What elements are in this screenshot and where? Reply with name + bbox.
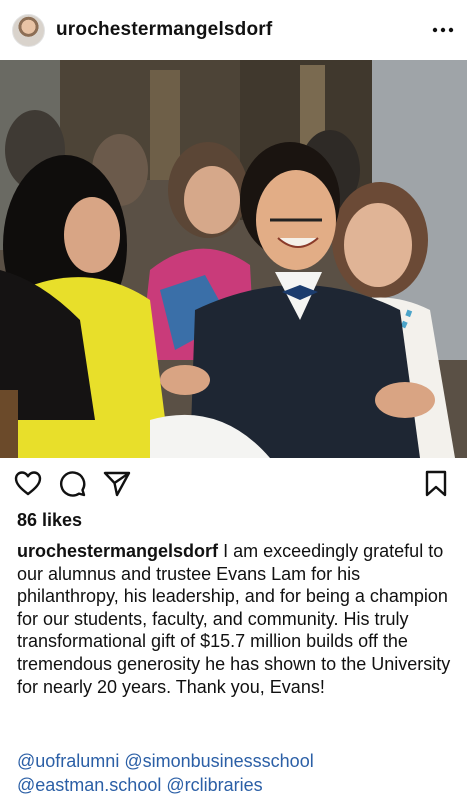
- avatar[interactable]: [12, 14, 45, 47]
- post-actions: [0, 458, 467, 508]
- mention-link[interactable]: @eastman.school: [17, 775, 161, 795]
- heart-icon[interactable]: [13, 468, 43, 498]
- comment-icon[interactable]: [57, 468, 87, 498]
- caption-username[interactable]: urochestermangelsdorf: [17, 541, 218, 561]
- post-caption: urochestermangelsdorf I am exceedingly g…: [17, 540, 455, 698]
- likes-count[interactable]: 86 likes: [17, 510, 82, 531]
- post-username[interactable]: urochestermangelsdorf: [56, 19, 272, 41]
- photo-illustration: [0, 60, 467, 458]
- mention-link[interactable]: @rclibraries: [166, 775, 262, 795]
- mentions: @uofralumni @simonbusinessschool @eastma…: [17, 749, 457, 797]
- bookmark-icon[interactable]: [421, 468, 451, 498]
- mention-link[interactable]: @uofralumni: [17, 751, 119, 771]
- post-photo[interactable]: [0, 60, 467, 458]
- post-header: urochestermangelsdorf: [0, 0, 467, 60]
- caption-text: I am exceedingly grateful to our alumnus…: [17, 541, 451, 697]
- mention-link[interactable]: @simonbusinessschool: [124, 751, 313, 771]
- more-options-icon[interactable]: [430, 18, 456, 42]
- share-icon[interactable]: [102, 468, 132, 498]
